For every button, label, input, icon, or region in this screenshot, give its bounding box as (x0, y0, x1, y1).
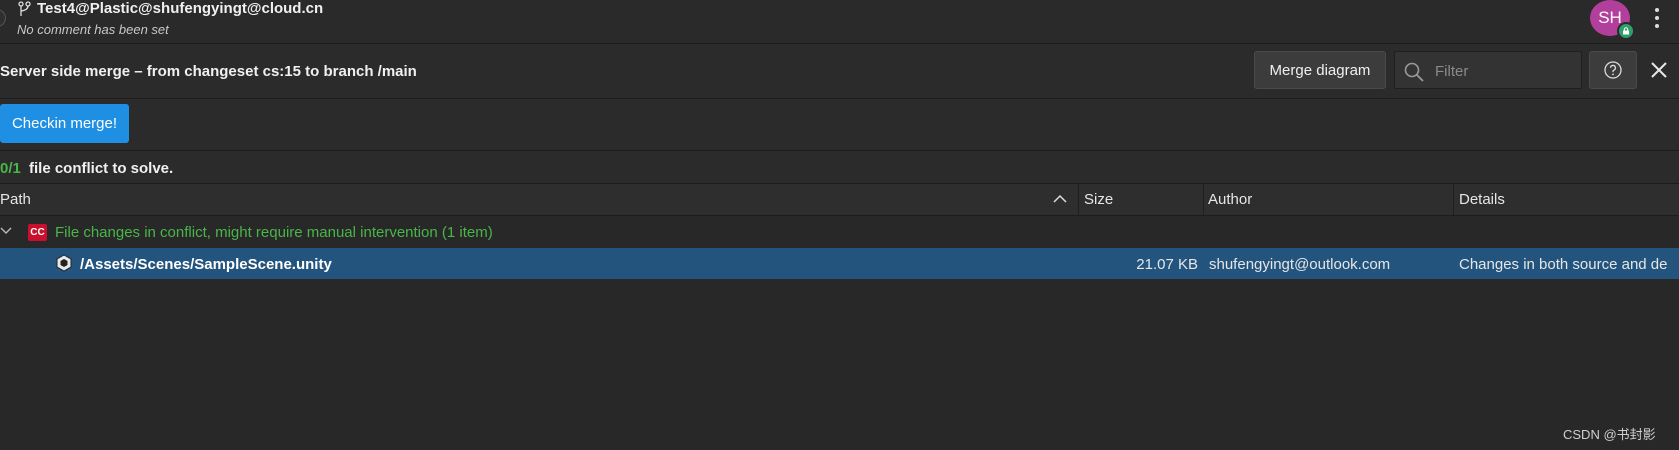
column-header-size[interactable]: Size (1084, 184, 1113, 215)
changed-changed-icon: CC (28, 224, 47, 241)
watermark: CSDN @书封影 (1563, 427, 1656, 442)
workspace-comment: No comment has been set (17, 22, 169, 37)
file-author: shufengyingt@outlook.com (1209, 256, 1391, 273)
group-label: File changes in conflict, might require … (55, 224, 493, 241)
sort-ascending-icon[interactable] (1053, 194, 1067, 204)
chevron-down-icon[interactable] (0, 226, 12, 236)
lock-icon (1617, 22, 1635, 40)
merge-diagram-button[interactable]: Merge diagram (1254, 51, 1386, 89)
conflict-summary-text: file conflict to solve. (29, 160, 174, 177)
workspace-header: Test4@Plastic@shufengyingt@cloud.cn No c… (0, 0, 1679, 44)
help-button[interactable] (1589, 51, 1637, 89)
back-icon[interactable] (0, 9, 6, 27)
merge-title: Server side merge – from changeset cs:15… (0, 63, 417, 80)
column-divider[interactable] (1078, 184, 1079, 215)
conflict-count: 0/1 (0, 160, 21, 177)
merge-toolbar: Server side merge – from changeset cs:15… (0, 44, 1679, 99)
file-size: 21.07 KB (1136, 256, 1198, 273)
filter-box (1394, 51, 1582, 89)
workspace-title: Test4@Plastic@shufengyingt@cloud.cn (37, 0, 324, 17)
cc-badge-label: CC (30, 227, 45, 238)
column-divider[interactable] (1453, 184, 1454, 215)
file-details: Changes in both source and de (1459, 256, 1668, 273)
table-header: Path Size Author Details (0, 184, 1679, 216)
column-header-author[interactable]: Author (1208, 184, 1252, 215)
checkin-merge-button[interactable]: Checkin merge! (0, 104, 129, 143)
action-bar: Checkin merge! (0, 99, 1679, 151)
conflict-summary: 0/1 file conflict to solve. (0, 151, 1679, 184)
more-options-icon[interactable] (1650, 5, 1664, 31)
unity-file-icon (56, 254, 72, 272)
table-row[interactable]: /Assets/Scenes/SampleScene.unity 21.07 K… (0, 248, 1679, 279)
help-icon (1604, 61, 1622, 79)
search-icon (1404, 62, 1424, 82)
file-path: /Assets/Scenes/SampleScene.unity (80, 256, 332, 273)
branch-icon (18, 1, 31, 16)
filter-input[interactable] (1433, 59, 1577, 83)
column-header-path[interactable]: Path (0, 184, 31, 215)
close-icon[interactable] (1648, 59, 1670, 81)
conflict-group-row[interactable]: CC File changes in conflict, might requi… (0, 217, 1679, 247)
column-divider[interactable] (1203, 184, 1204, 215)
column-header-details[interactable]: Details (1459, 184, 1505, 215)
